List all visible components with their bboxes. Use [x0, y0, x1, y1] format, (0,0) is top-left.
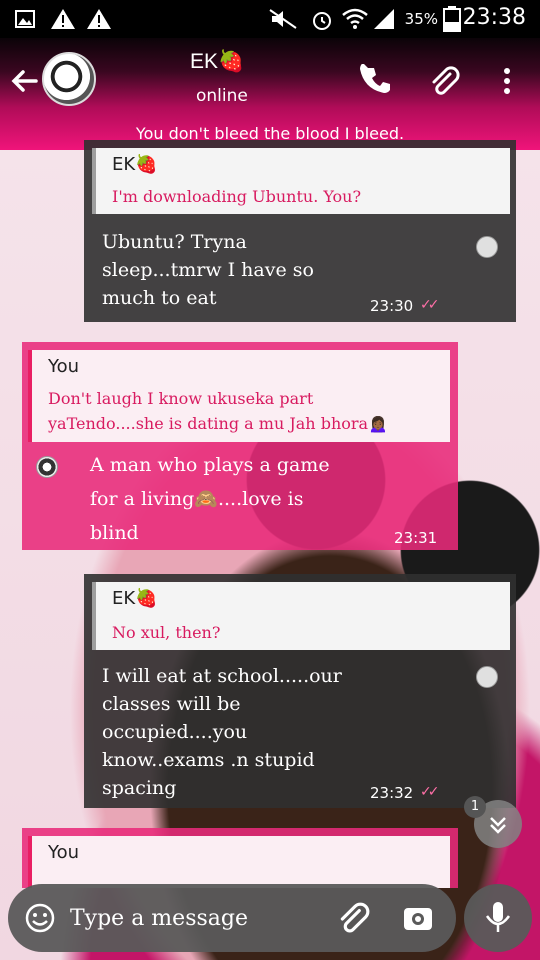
quoted-author: EK🍓: [112, 154, 158, 175]
quoted-author: You: [48, 356, 80, 377]
warning-icon: [51, 9, 75, 29]
camera-icon[interactable]: [400, 900, 436, 936]
alarm-icon: [313, 12, 331, 30]
quoted-text: Don't laugh I know ukuseka part yaTendo.…: [48, 389, 388, 433]
back-arrow-icon[interactable]: [8, 64, 42, 98]
message-time: 23:31: [394, 529, 438, 547]
mute-icon: [269, 9, 297, 29]
message-time: 23:32: [370, 784, 414, 802]
you-mini-avatar: [36, 456, 58, 478]
more-options-icon[interactable]: [490, 64, 524, 98]
contact-mini-avatar: [476, 666, 498, 688]
microphone-icon: [485, 902, 511, 932]
phone-call-icon[interactable]: [360, 64, 394, 98]
clock: 23:38: [462, 5, 526, 30]
warning-icon: [87, 9, 111, 29]
image-icon: [15, 10, 35, 28]
message-composer: [8, 884, 456, 952]
battery-percent: 35%: [404, 10, 438, 28]
message-text: Ubuntu? Tryna sleep...tmrw I have so muc…: [102, 231, 314, 309]
contact-name[interactable]: EK🍓: [190, 50, 244, 74]
emoji-icon[interactable]: [24, 902, 56, 934]
contact-avatar[interactable]: [42, 52, 96, 106]
quoted-text: No xul, then?: [112, 623, 221, 642]
attach-icon[interactable]: [428, 64, 462, 98]
quoted-message[interactable]: EK🍓 No xul, then?: [92, 582, 510, 650]
signal-icon: [374, 9, 394, 29]
quoted-message[interactable]: You Don't laugh I know ukuseka part yaTe…: [28, 350, 450, 442]
message-outgoing[interactable]: You Don't laugh I know ukuseka part yaTe…: [22, 342, 458, 550]
message-input[interactable]: [70, 898, 330, 938]
message-outgoing[interactable]: You: [22, 828, 458, 888]
attach-icon[interactable]: [336, 900, 372, 936]
quoted-message[interactable]: EK🍓 I'm downloading Ubuntu. You?: [92, 148, 510, 214]
chat-header: EK🍓 online You don't bleed the blood I b…: [0, 38, 540, 150]
quoted-message[interactable]: You: [28, 836, 450, 888]
message-time: 23:30: [370, 297, 414, 315]
status-bar: 35% 23:38: [0, 0, 540, 38]
message-text: I will eat at school.....our classes wil…: [102, 665, 342, 799]
unread-count-badge: 1: [464, 796, 486, 818]
read-receipt-icon: ✓✓: [420, 297, 440, 313]
quoted-author: EK🍓: [112, 588, 158, 609]
battery-icon: [443, 6, 461, 32]
wifi-icon: [342, 8, 368, 29]
contact-mini-avatar: [476, 236, 498, 258]
message-incoming[interactable]: EK🍓 I'm downloading Ubuntu. You? Ubuntu?…: [84, 140, 516, 322]
voice-message-button[interactable]: [464, 884, 532, 952]
quoted-text: I'm downloading Ubuntu. You?: [112, 187, 362, 206]
contact-status: online: [196, 86, 248, 106]
message-incoming[interactable]: EK🍓 No xul, then? I will eat at school..…: [84, 574, 516, 808]
read-receipt-icon: ✓✓: [420, 784, 440, 800]
quoted-author: You: [48, 842, 80, 863]
message-text: A man who plays a game for a living🙈....…: [90, 454, 330, 544]
